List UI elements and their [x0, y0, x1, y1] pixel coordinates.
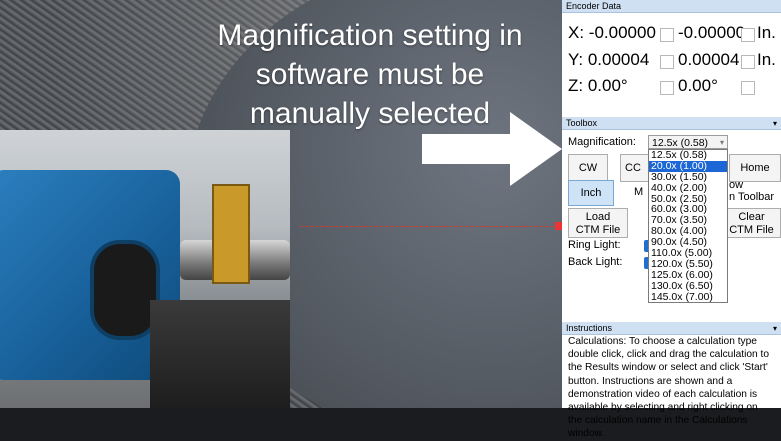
encoder-z-checkbox[interactable] [660, 81, 674, 95]
back-light-label: Back Light: [568, 256, 623, 268]
encoder-z-value2: 0.00° [678, 75, 718, 97]
encoder-row-y: Y: 0.00004 [568, 49, 649, 71]
chevron-down-icon: ▾ [719, 138, 724, 147]
encoder-y-value: Y: 0.00004 [568, 50, 650, 69]
encoder-x-unit-text: In. [757, 23, 776, 42]
headline-line-2: software must be [255, 58, 485, 91]
pointer-arrow-icon [422, 112, 562, 186]
encoder-header-label: Encoder Data [566, 1, 622, 11]
magnification-select[interactable]: 12.5x (0.58) ▾ [648, 135, 728, 149]
encoder-y-value2-text: 0.00004 [678, 50, 740, 69]
encoder-y-unit: In. [757, 49, 776, 71]
inch-button[interactable]: Inch [568, 180, 614, 206]
crosshair-line [300, 226, 558, 227]
clear-ctm-button[interactable]: Clear CTM File [722, 208, 781, 238]
encoder-x-unit: In. [757, 22, 776, 44]
encoder-y-unit-checkbox[interactable] [741, 55, 755, 69]
encoder-y-checkbox[interactable] [660, 55, 674, 69]
side-panel: Encoder Data X: -0.00000 -0.00000 In. Y:… [562, 0, 781, 439]
encoder-row-x: X: -0.00000 [568, 22, 656, 44]
magnification-option[interactable]: 130.0x (6.50) [649, 280, 727, 292]
home-button[interactable]: Home [729, 154, 781, 182]
magnification-label: Magnification: [568, 136, 636, 148]
cw-button[interactable]: CW [568, 154, 608, 182]
home-button-label: Home [740, 162, 770, 174]
camera-view: Magnification setting in software must b… [0, 0, 562, 408]
toolbox: Magnification: CW CC Home Inch M ow n To… [562, 117, 781, 322]
load-ctm-line1: Load [585, 211, 611, 223]
encoder-z-value: Z: 0.00° [568, 76, 628, 95]
clear-ctm-line2: CTM File [729, 224, 774, 236]
encoder-x-unit-checkbox[interactable] [741, 28, 755, 42]
instructions-panel: Calculations: To choose a calculation ty… [562, 322, 781, 439]
cw-button-label: CW [578, 162, 598, 174]
encoder-y-value2: 0.00004 [678, 49, 739, 71]
instructions-text: Calculations: To choose a calculation ty… [568, 336, 770, 440]
encoder-z-value2-text: 0.00° [678, 76, 718, 95]
magnification-dropdown[interactable]: 12.5x (0.58) 20.0x (1.00) 30.0x (1.50) 4… [648, 149, 728, 304]
encoder-x-value2: -0.00000 [678, 22, 745, 44]
encoder-header: Encoder Data [562, 0, 781, 13]
machine-base [150, 300, 290, 408]
headline-line-1: Magnification setting in [217, 19, 523, 52]
encoder-y-unit-text: In. [757, 50, 776, 69]
ccw-button[interactable]: CC [620, 154, 650, 182]
show-label[interactable]: ow [729, 179, 743, 191]
encoder-z-unit-checkbox[interactable] [741, 81, 755, 95]
encoder-data: X: -0.00000 -0.00000 In. Y: 0.00004 0.00… [562, 14, 781, 116]
magnification-option[interactable]: 40.0x (2.00) [649, 182, 727, 194]
toolbar-label[interactable]: n Toolbar [729, 191, 774, 203]
machine-photo-inset [0, 130, 290, 408]
load-ctm-button[interactable]: Load CTM File [568, 208, 628, 238]
inch-button-label: Inch [580, 187, 602, 199]
clear-ctm-line1: Clear [738, 211, 765, 223]
encoder-x-value: X: -0.00000 [568, 23, 656, 42]
machine-bracket [212, 184, 250, 284]
magnification-select-value: 12.5x (0.58) [652, 137, 709, 149]
encoder-row-z: Z: 0.00° [568, 75, 628, 97]
load-ctm-line2: CTM File [575, 224, 621, 236]
magnification-option[interactable]: 145.0x (7.00) [649, 291, 727, 303]
metric-button-label[interactable]: M [634, 186, 643, 198]
encoder-x-checkbox[interactable] [660, 28, 674, 42]
ring-light-label: Ring Light: [568, 239, 621, 251]
encoder-x-value2-text: -0.00000 [678, 23, 746, 42]
ccw-button-label: CC [625, 162, 641, 174]
